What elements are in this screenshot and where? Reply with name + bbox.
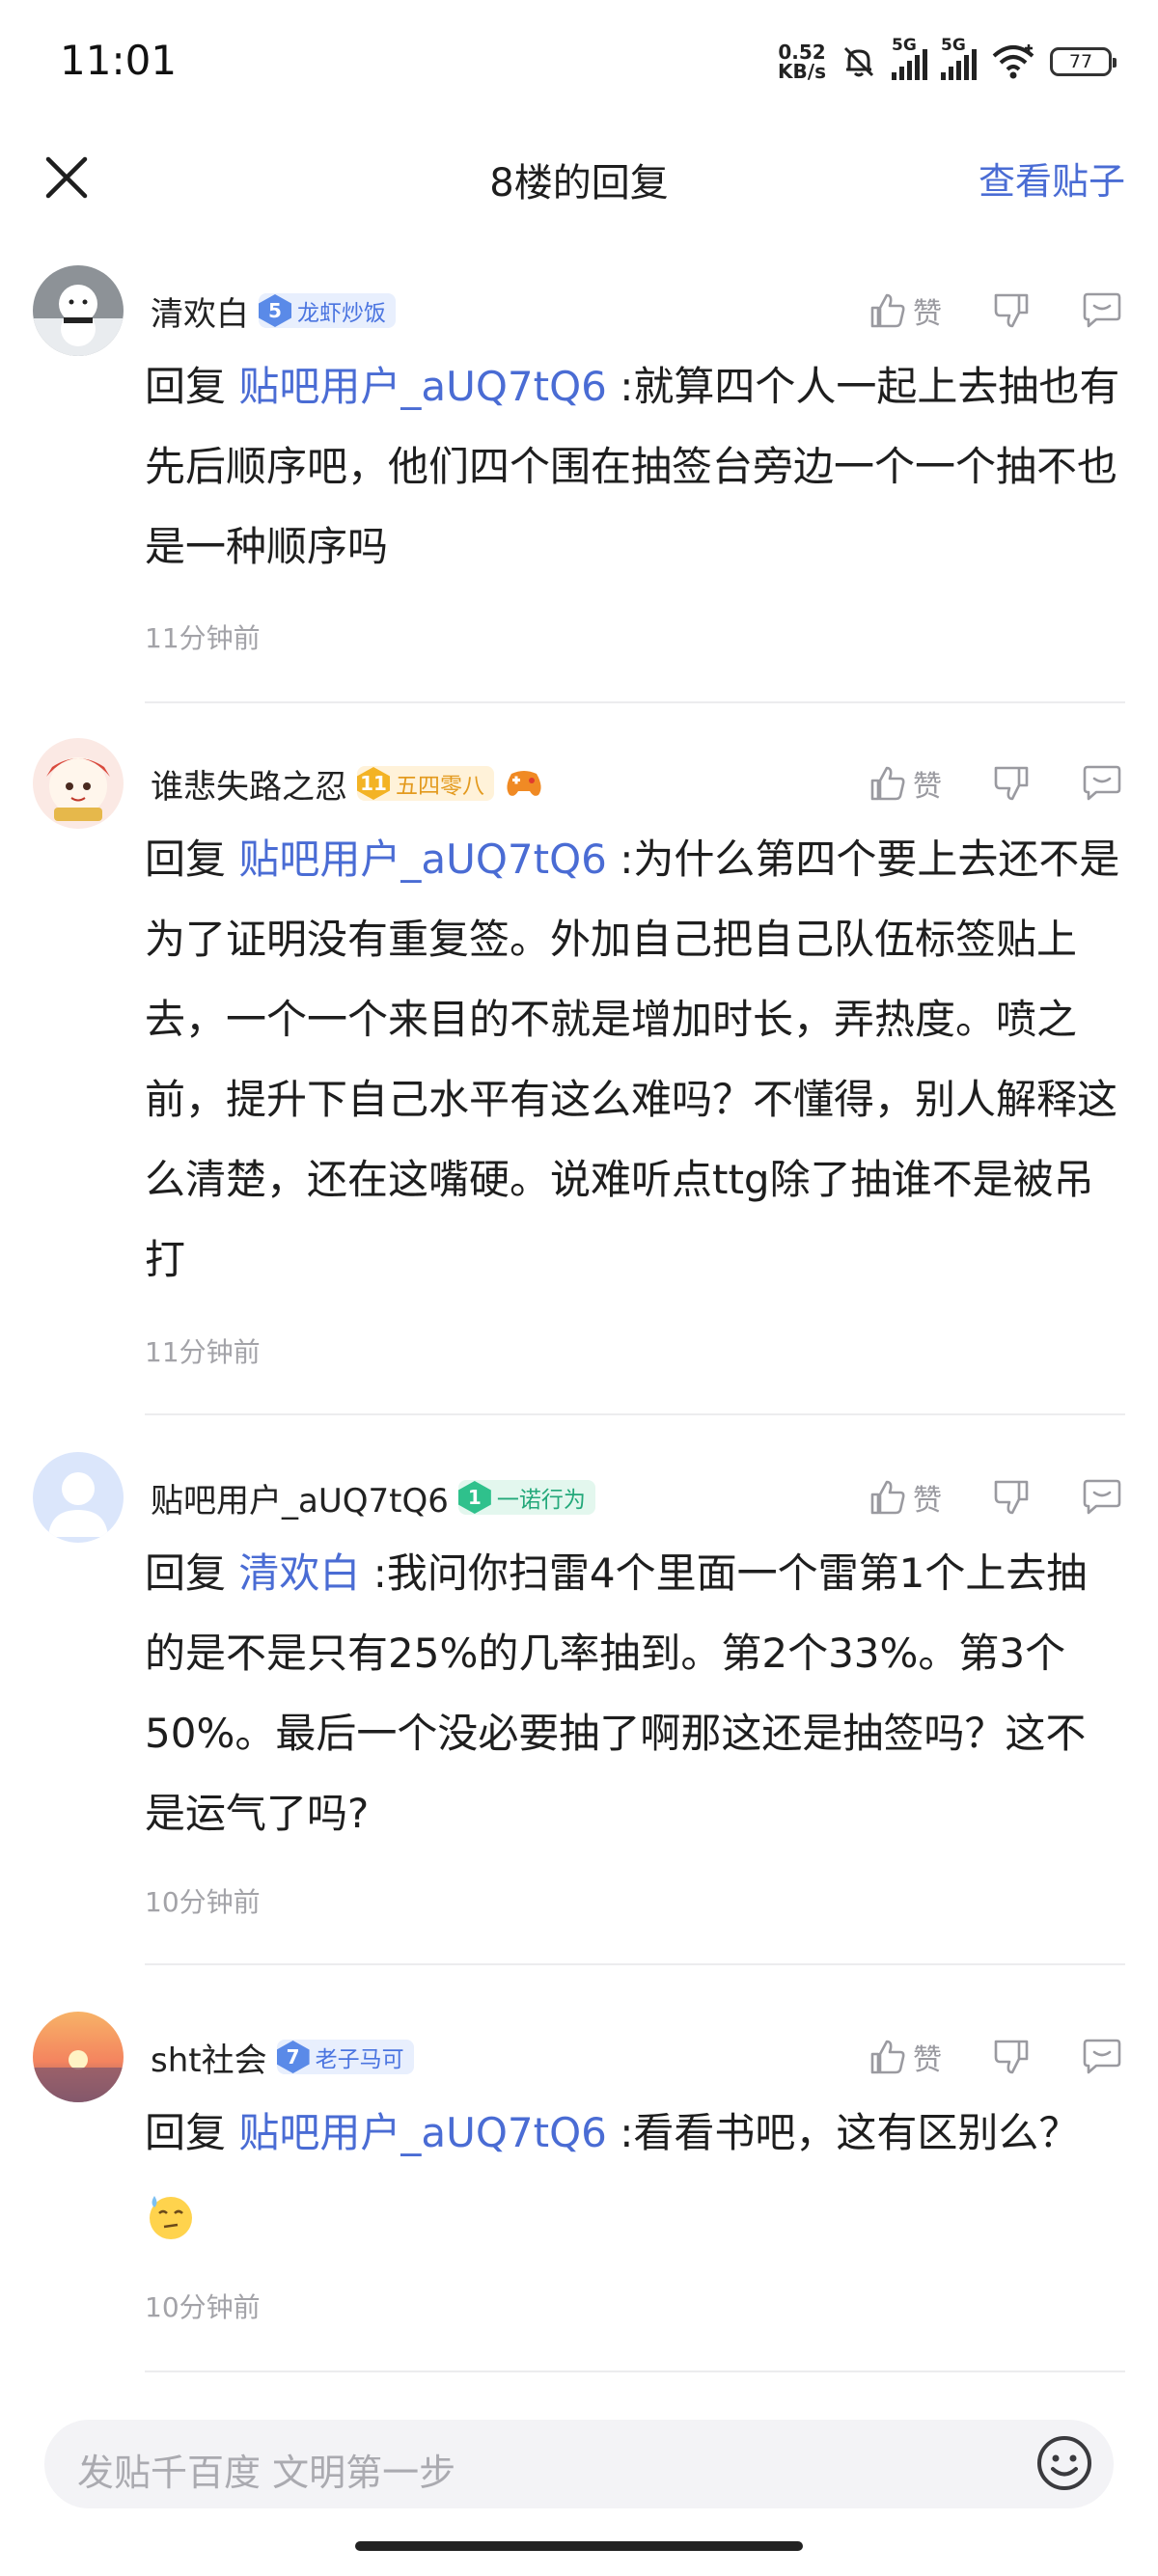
dislike-button[interactable] xyxy=(992,764,1031,803)
reply-time: 10分钟前 xyxy=(145,1886,261,1918)
reply-input-placeholder: 发贴千百度 文明第一步 xyxy=(77,2452,456,2494)
bottom-bar: 发贴千百度 文明第一步 xyxy=(0,2402,1158,2576)
divider xyxy=(145,1963,1125,1965)
reply-time: 11分钟前 xyxy=(145,622,261,654)
divider xyxy=(145,2370,1125,2372)
comment-button[interactable] xyxy=(1081,1478,1123,1517)
level-badge[interactable]: 5 龙虾炒饭 xyxy=(259,293,396,328)
level-badge[interactable]: 1 一诺行为 xyxy=(457,1480,595,1515)
reply-body: 回复 贴吧用户_aUQ7tQ6 :就算四个人一起上去抽也有先后顺序吧，他们四个围… xyxy=(145,363,1120,570)
like-button[interactable]: 赞 xyxy=(868,289,942,332)
divider xyxy=(145,1413,1125,1415)
reply-item: 贴吧用户_aUQ7tQ6 1 一诺行为 赞 回复 清欢白 :我问你扫雷4个里面一… xyxy=(0,1433,1158,2002)
dislike-button[interactable] xyxy=(992,291,1031,330)
comment-icon xyxy=(1083,2039,1121,2074)
mention-link[interactable]: 贴吧用户_aUQ7tQ6 xyxy=(238,363,607,410)
username[interactable]: 清欢白 xyxy=(151,288,249,335)
reply-body: 回复 清欢白 :我问你扫雷4个里面一个雷第1个上去抽的是不是只有25%的几率抽到… xyxy=(145,1549,1088,1837)
thumbs-down-icon xyxy=(994,1480,1029,1515)
avatar[interactable] xyxy=(33,1452,124,1543)
thumbs-up-icon xyxy=(870,1480,905,1515)
reply-actions: 赞 xyxy=(868,282,1123,340)
reply-actions: 赞 xyxy=(868,2028,1123,2086)
avatar[interactable] xyxy=(33,738,124,829)
reply-item: sht社会 7 老子马可 赞 回复 贴吧用户_aUQ7tQ6 :看看书吧，这有区… xyxy=(0,1992,1158,2407)
username[interactable]: 谁悲失路之忍 xyxy=(151,760,347,808)
thumbs-down-icon xyxy=(994,293,1029,328)
reply-header: 贴吧用户_aUQ7tQ6 1 一诺行为 xyxy=(151,1468,595,1526)
comment-icon xyxy=(1083,292,1121,328)
signal-sim1-icon: 5G xyxy=(892,36,927,80)
emoji-icon[interactable] xyxy=(1034,2433,1094,2493)
nav-bar: 8楼的回复 查看贴子 xyxy=(0,130,1158,227)
comment-button[interactable] xyxy=(1081,2038,1123,2076)
comment-icon xyxy=(1083,765,1121,801)
level-badge[interactable]: 11 五四零八 xyxy=(357,766,494,801)
reply-item: 谁悲失路之忍 11 五四零八 赞 回复 贴吧用户_aUQ7tQ6 :为什么第四个… xyxy=(0,719,1158,1452)
thumbs-down-icon xyxy=(994,766,1029,801)
network-speed: 0.52 KB/s xyxy=(778,41,826,83)
reply-header: 谁悲失路之忍 11 五四零八 xyxy=(151,754,544,812)
home-indicator[interactable] xyxy=(355,2541,803,2551)
game-controller-icon xyxy=(507,771,541,796)
reply-input[interactable]: 发贴千百度 文明第一步 xyxy=(44,2420,1114,2508)
reply-body: 回复 贴吧用户_aUQ7tQ6 :看看书吧，这有区别么？ xyxy=(145,2093,1123,2253)
username[interactable]: sht社会 xyxy=(151,2034,267,2081)
wifi-icon xyxy=(992,44,1034,79)
avatar[interactable] xyxy=(33,2012,124,2102)
mention-link[interactable]: 清欢白 xyxy=(238,1549,360,1597)
thinking-sweat-emoji-icon xyxy=(150,2195,192,2239)
status-icons: 0.52 KB/s 5G 5G 77 xyxy=(778,36,1117,83)
reply-actions: 赞 xyxy=(868,754,1123,812)
username[interactable]: 贴吧用户_aUQ7tQ6 xyxy=(151,1474,449,1521)
thumbs-up-icon xyxy=(870,2040,905,2074)
reply-time: 11分钟前 xyxy=(145,1336,261,1368)
view-post-link[interactable]: 查看贴子 xyxy=(979,151,1125,205)
reply-item: 清欢白 5 龙虾炒饭 赞 回复 贴吧用户_aUQ7tQ6 :就算四个人一起上去抽… xyxy=(0,246,1158,709)
level-badge[interactable]: 7 老子马可 xyxy=(276,2040,414,2074)
avatar[interactable] xyxy=(33,265,124,356)
thumbs-up-icon xyxy=(870,293,905,328)
dislike-button[interactable] xyxy=(992,2038,1031,2076)
comment-icon xyxy=(1083,1479,1121,1515)
dislike-button[interactable] xyxy=(992,1478,1031,1517)
signal-sim2-icon: 5G xyxy=(941,36,977,80)
like-button[interactable]: 赞 xyxy=(868,1476,942,1519)
reply-time: 10分钟前 xyxy=(145,2291,261,2323)
battery-icon: 77 xyxy=(1050,47,1117,76)
reply-actions: 赞 xyxy=(868,1468,1123,1526)
comment-button[interactable] xyxy=(1081,291,1123,330)
mention-link[interactable]: 贴吧用户_aUQ7tQ6 xyxy=(238,836,607,883)
mute-bell-icon xyxy=(843,46,874,77)
status-time: 11:01 xyxy=(60,37,178,84)
like-button[interactable]: 赞 xyxy=(868,762,942,805)
comment-button[interactable] xyxy=(1081,764,1123,803)
status-bar: 11:01 0.52 KB/s 5G 5G 77 xyxy=(0,0,1158,130)
like-button[interactable]: 赞 xyxy=(868,2036,942,2078)
reply-header: sht社会 7 老子马可 xyxy=(151,2028,414,2086)
reply-header: 清欢白 5 龙虾炒饭 xyxy=(151,282,396,340)
mention-link[interactable]: 贴吧用户_aUQ7tQ6 xyxy=(238,2109,607,2156)
thumbs-down-icon xyxy=(994,2040,1029,2074)
thumbs-up-icon xyxy=(870,766,905,801)
reply-body: 回复 贴吧用户_aUQ7tQ6 :为什么第四个要上去还不是为了证明没有重复签。外… xyxy=(145,836,1120,1283)
divider xyxy=(145,701,1125,703)
